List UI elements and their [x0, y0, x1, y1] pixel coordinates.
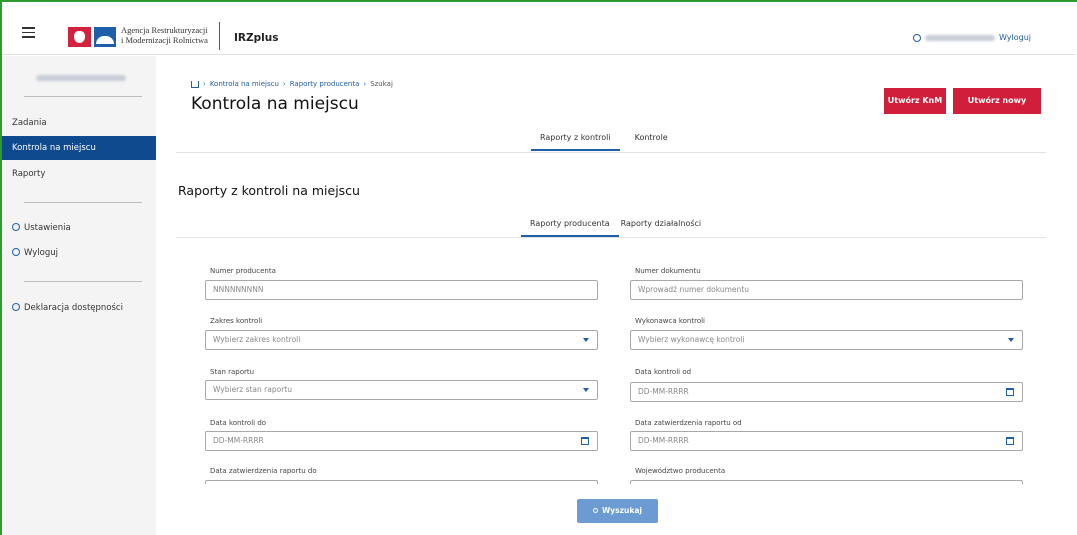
scope-select[interactable]: Wybierz zakres kontroli: [205, 330, 598, 350]
sidebar-item-accessibility[interactable]: Deklaracja dostępności: [2, 296, 156, 320]
breadcrumb-item[interactable]: Kontrola na miejscu: [210, 80, 279, 88]
calendar-icon[interactable]: [1006, 388, 1014, 396]
tab-controls[interactable]: Kontrole: [626, 127, 677, 151]
sidebar: Zadania Kontrola na miejscu Raporty Usta…: [2, 56, 156, 535]
date-to-input[interactable]: DD-MM-RRRR: [205, 431, 598, 451]
main-tabs: Raporty z kontroli Kontrole: [531, 127, 677, 151]
date-from-label: Data kontroli od: [635, 368, 692, 376]
date-from-input[interactable]: DD-MM-RRRR: [630, 382, 1023, 402]
state-select[interactable]: Wybierz stan raportu: [205, 380, 598, 400]
tab-activity-reports[interactable]: Raporty działalności: [619, 213, 711, 237]
search-button[interactable]: Wyszukaj: [577, 499, 658, 523]
sidebar-item-reports[interactable]: Raporty: [2, 162, 156, 186]
approval-to-label: Data zatwierdzenia raportu do: [210, 467, 317, 475]
gear-icon: [12, 303, 20, 311]
create-knm-button[interactable]: Utwórz KnM: [884, 88, 946, 114]
user-area: Wyloguj: [913, 33, 1031, 42]
main-content: › Kontrola na miejscu › Raporty producen…: [156, 56, 1075, 535]
voivodeship-select[interactable]: [630, 480, 1023, 484]
chevron-down-icon: [583, 338, 589, 342]
chevron-down-icon: [583, 388, 589, 392]
sidebar-user-redacted: [36, 75, 126, 81]
breadcrumb: › Kontrola na miejscu › Raporty producen…: [191, 79, 393, 88]
tab-control-reports[interactable]: Raporty z kontroli: [531, 127, 620, 151]
user-icon: [12, 248, 20, 256]
document-number-input[interactable]: Wprowadź numer dokumentu: [630, 280, 1023, 300]
subtabs-divider: [176, 237, 1046, 238]
approval-from-label: Data zatwierdzenia raportu od: [635, 419, 742, 427]
hamburger-menu-icon[interactable]: [22, 27, 35, 38]
producer-number-input[interactable]: NNNNNNNNN: [205, 280, 598, 300]
sidebar-item-settings[interactable]: Ustawienia: [2, 216, 156, 240]
agency-name: Agencja Restrukturyzacji i Modernizacji …: [121, 25, 208, 45]
voivodeship-label: Województwo producenta: [635, 467, 726, 475]
sidebar-divider: [24, 281, 142, 282]
sidebar-item-tasks[interactable]: Zadania: [2, 111, 156, 135]
chevron-down-icon: [1008, 338, 1014, 342]
app-name: IRZplus: [234, 32, 279, 44]
user-icon: [913, 33, 921, 42]
user-name-redacted: [925, 34, 995, 41]
breadcrumb-item[interactable]: Raporty producenta: [290, 80, 360, 88]
sidebar-item-on-site-control[interactable]: Kontrola na miejscu: [2, 136, 156, 160]
scope-label: Zakres kontroli: [210, 317, 263, 325]
search-icon: [593, 508, 599, 513]
document-number-label: Numer dokumentu: [635, 267, 701, 275]
breadcrumb-current: Szukaj: [370, 79, 393, 88]
date-to-label: Data kontroli do: [210, 419, 267, 427]
sidebar-item-logout[interactable]: Wyloguj: [2, 241, 156, 265]
logout-link[interactable]: Wyloguj: [999, 33, 1031, 42]
section-title: Raporty z kontroli na miejscu: [178, 183, 360, 198]
arimr-logo-icon: [94, 27, 116, 47]
create-report-button[interactable]: Utwórz nowy raport: [953, 88, 1041, 131]
gear-icon: [12, 223, 20, 231]
page-title: Kontrola na miejscu: [191, 94, 359, 114]
home-icon[interactable]: [191, 81, 199, 88]
header-separator: [219, 22, 220, 50]
calendar-icon[interactable]: [581, 437, 589, 445]
approval-to-input[interactable]: [205, 480, 598, 484]
top-header: Agencja Restrukturyzacji i Modernizacji …: [2, 2, 1075, 55]
executor-label: Wykonawca kontroli: [635, 317, 706, 325]
polish-emblem-icon: [68, 27, 91, 47]
state-label: Stan raportu: [210, 368, 255, 376]
sub-tabs: Raporty producenta Raporty działalności: [521, 213, 710, 237]
tabs-divider: [176, 152, 1046, 153]
approval-from-input[interactable]: DD-MM-RRRR: [630, 431, 1023, 451]
executor-select[interactable]: Wybierz wykonawcę kontroli: [630, 330, 1023, 350]
calendar-icon[interactable]: [1006, 437, 1014, 445]
sidebar-divider: [24, 96, 142, 97]
sidebar-divider: [24, 202, 142, 203]
producer-number-label: Numer producenta: [210, 267, 276, 275]
tab-producer-reports[interactable]: Raporty producenta: [521, 213, 619, 237]
